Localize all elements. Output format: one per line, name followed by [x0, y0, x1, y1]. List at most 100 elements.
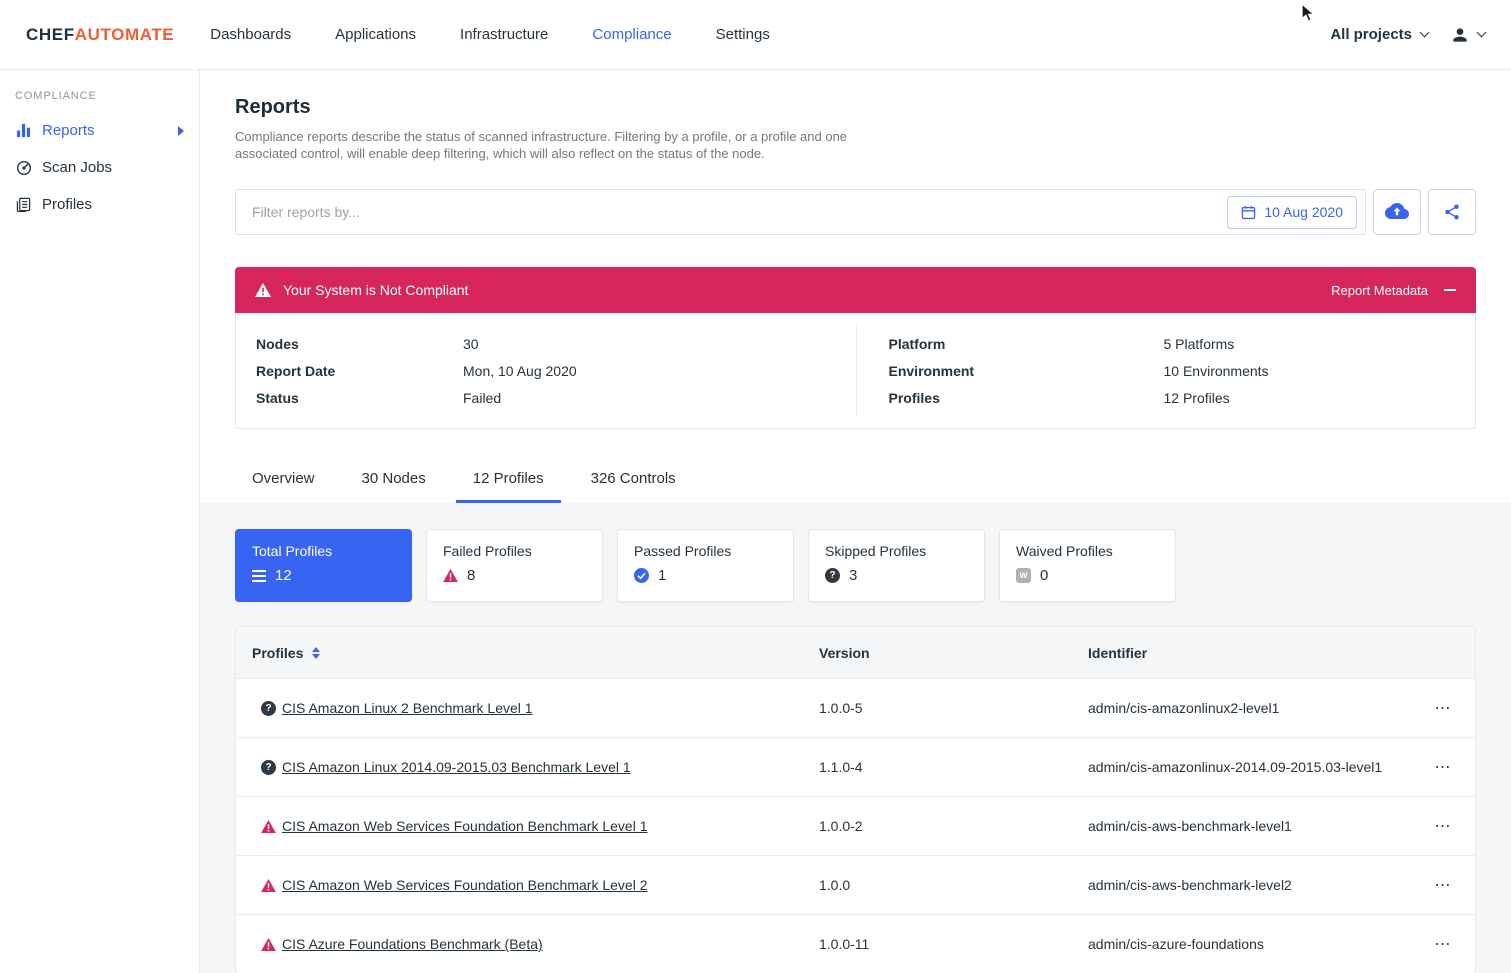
bar-chart-icon: [15, 123, 32, 138]
share-report-button[interactable]: [1428, 189, 1476, 235]
meta-label: Environment: [889, 363, 1164, 379]
sidebar-item-profiles[interactable]: Profiles: [0, 186, 199, 223]
profile-status-cards: Total Profiles 12 Failed Profiles: [235, 529, 1476, 602]
table-row: ? CIS Amazon Linux 2014.09-2015.03 Bench…: [236, 738, 1475, 797]
top-nav: CHEF AUTOMATE Dashboards Applications In…: [0, 0, 1511, 70]
compliance-banner: Your System is Not Compliant Report Meta…: [235, 267, 1476, 313]
profile-version: 1.0.0-5: [819, 700, 1088, 716]
metadata-left-column: Nodes30 Report DateMon, 10 Aug 2020 Stat…: [236, 330, 856, 411]
list-icon: [252, 570, 266, 582]
tab-controls[interactable]: 326 Controls: [574, 460, 693, 503]
cloud-download-icon: [1385, 202, 1409, 222]
failed-icon: [261, 820, 276, 833]
chevron-down-icon: [1477, 28, 1487, 38]
main-content: Reports Compliance reports describe the …: [200, 70, 1511, 973]
projects-label: All projects: [1330, 26, 1412, 43]
projects-dropdown[interactable]: All projects: [1330, 26, 1428, 43]
failed-icon: [261, 938, 276, 951]
nav-settings[interactable]: Settings: [716, 26, 770, 43]
failed-icon: [261, 879, 276, 892]
divider: [856, 326, 857, 415]
tab-overview[interactable]: Overview: [235, 460, 332, 503]
metadata-right-column: Platform5 Platforms Environment10 Enviro…: [856, 330, 1476, 411]
user-avatar-icon: [1450, 25, 1470, 45]
nav-compliance[interactable]: Compliance: [592, 26, 671, 43]
documents-icon: [15, 197, 32, 212]
banner-message: Your System is Not Compliant: [283, 282, 468, 298]
card-label: Skipped Profiles: [825, 543, 968, 559]
row-menu-button[interactable]: ⋯: [1435, 700, 1452, 717]
meta-value: 30: [463, 336, 479, 352]
profile-link[interactable]: CIS Amazon Linux 2014.09-2015.03 Benchma…: [282, 759, 631, 775]
user-menu[interactable]: [1450, 25, 1485, 45]
profile-link[interactable]: CIS Amazon Web Services Foundation Bench…: [282, 818, 647, 834]
tab-nodes[interactable]: 30 Nodes: [345, 460, 443, 503]
profile-identifier: admin/cis-amazonlinux-2014.09-2015.03-le…: [1088, 759, 1411, 775]
profiles-table: Profiles Version Identifier ? CIS Amazon…: [235, 626, 1476, 973]
card-value: 1: [658, 567, 666, 584]
logo-chef: CHEF: [26, 25, 75, 45]
logo-automate: AUTOMATE: [75, 25, 175, 45]
card-label: Waived Profiles: [1016, 543, 1159, 559]
column-header-version: Version: [819, 645, 1088, 661]
nav-dashboards[interactable]: Dashboards: [210, 26, 291, 43]
meta-label: Report Date: [256, 363, 463, 379]
warning-icon: [255, 283, 271, 297]
date-picker-button[interactable]: 10 Aug 2020: [1227, 196, 1357, 229]
column-header-identifier: Identifier: [1088, 645, 1411, 661]
filter-reports-input[interactable]: [252, 204, 1227, 220]
meta-value: 10 Environments: [1164, 363, 1269, 379]
profile-version: 1.0.0: [819, 877, 1088, 893]
sidebar-item-label: Reports: [42, 122, 95, 139]
sidebar-item-reports[interactable]: Reports: [0, 112, 199, 149]
card-waived-profiles[interactable]: Waived Profiles w 0: [999, 529, 1176, 602]
sort-icon[interactable]: [312, 647, 320, 659]
profile-link[interactable]: CIS Amazon Linux 2 Benchmark Level 1: [282, 700, 533, 716]
page-description: Compliance reports describe the status o…: [235, 128, 853, 162]
chef-automate-logo[interactable]: CHEF AUTOMATE: [26, 25, 174, 45]
meta-value: 5 Platforms: [1164, 336, 1235, 352]
row-menu-button[interactable]: ⋯: [1435, 936, 1452, 953]
card-label: Total Profiles: [252, 543, 395, 559]
row-menu-button[interactable]: ⋯: [1435, 759, 1452, 776]
tab-profiles[interactable]: 12 Profiles: [456, 460, 561, 503]
report-tabs: Overview 30 Nodes 12 Profiles 326 Contro…: [235, 460, 1476, 503]
table-row: CIS Amazon Web Services Foundation Bench…: [236, 797, 1475, 856]
sidebar-item-label: Scan Jobs: [42, 159, 112, 176]
card-total-profiles[interactable]: Total Profiles 12: [235, 529, 412, 602]
card-passed-profiles[interactable]: Passed Profiles 1: [617, 529, 794, 602]
table-row: CIS Amazon Web Services Foundation Bench…: [236, 856, 1475, 915]
profile-link[interactable]: CIS Amazon Web Services Foundation Bench…: [282, 877, 647, 893]
download-report-button[interactable]: [1373, 189, 1421, 235]
nav-infrastructure[interactable]: Infrastructure: [460, 26, 548, 43]
share-icon: [1443, 203, 1461, 221]
table-row: ? CIS Amazon Linux 2 Benchmark Level 1 1…: [236, 679, 1475, 738]
card-label: Passed Profiles: [634, 543, 777, 559]
main-nav: Dashboards Applications Infrastructure C…: [210, 26, 814, 43]
arrow-right-icon: [178, 126, 184, 136]
profile-link[interactable]: CIS Azure Foundations Benchmark (Beta): [282, 936, 543, 952]
row-menu-button[interactable]: ⋯: [1435, 818, 1452, 835]
profile-version: 1.0.0-2: [819, 818, 1088, 834]
card-value: 8: [467, 567, 475, 584]
card-value: 12: [275, 567, 292, 584]
card-value: 3: [849, 567, 857, 584]
card-label: Failed Profiles: [443, 543, 586, 559]
collapse-icon[interactable]: [1444, 289, 1456, 291]
report-metadata-panel: Nodes30 Report DateMon, 10 Aug 2020 Stat…: [235, 313, 1476, 429]
sidebar-item-scan-jobs[interactable]: Scan Jobs: [0, 149, 199, 186]
waived-icon: w: [1016, 568, 1031, 583]
profile-version: 1.0.0-11: [819, 936, 1088, 952]
nav-applications[interactable]: Applications: [335, 26, 416, 43]
row-menu-button[interactable]: ⋯: [1435, 877, 1452, 894]
profile-version: 1.1.0-4: [819, 759, 1088, 775]
card-skipped-profiles[interactable]: Skipped Profiles ? 3: [808, 529, 985, 602]
skipped-question-icon: ?: [261, 760, 276, 775]
sidebar-item-label: Profiles: [42, 196, 92, 213]
scanner-icon: [15, 160, 32, 176]
column-header-profiles: Profiles: [252, 645, 303, 661]
report-metadata-label: Report Metadata: [1331, 283, 1428, 298]
card-failed-profiles[interactable]: Failed Profiles 8: [426, 529, 603, 602]
meta-value: Failed: [463, 390, 501, 406]
meta-label: Platform: [889, 336, 1164, 352]
